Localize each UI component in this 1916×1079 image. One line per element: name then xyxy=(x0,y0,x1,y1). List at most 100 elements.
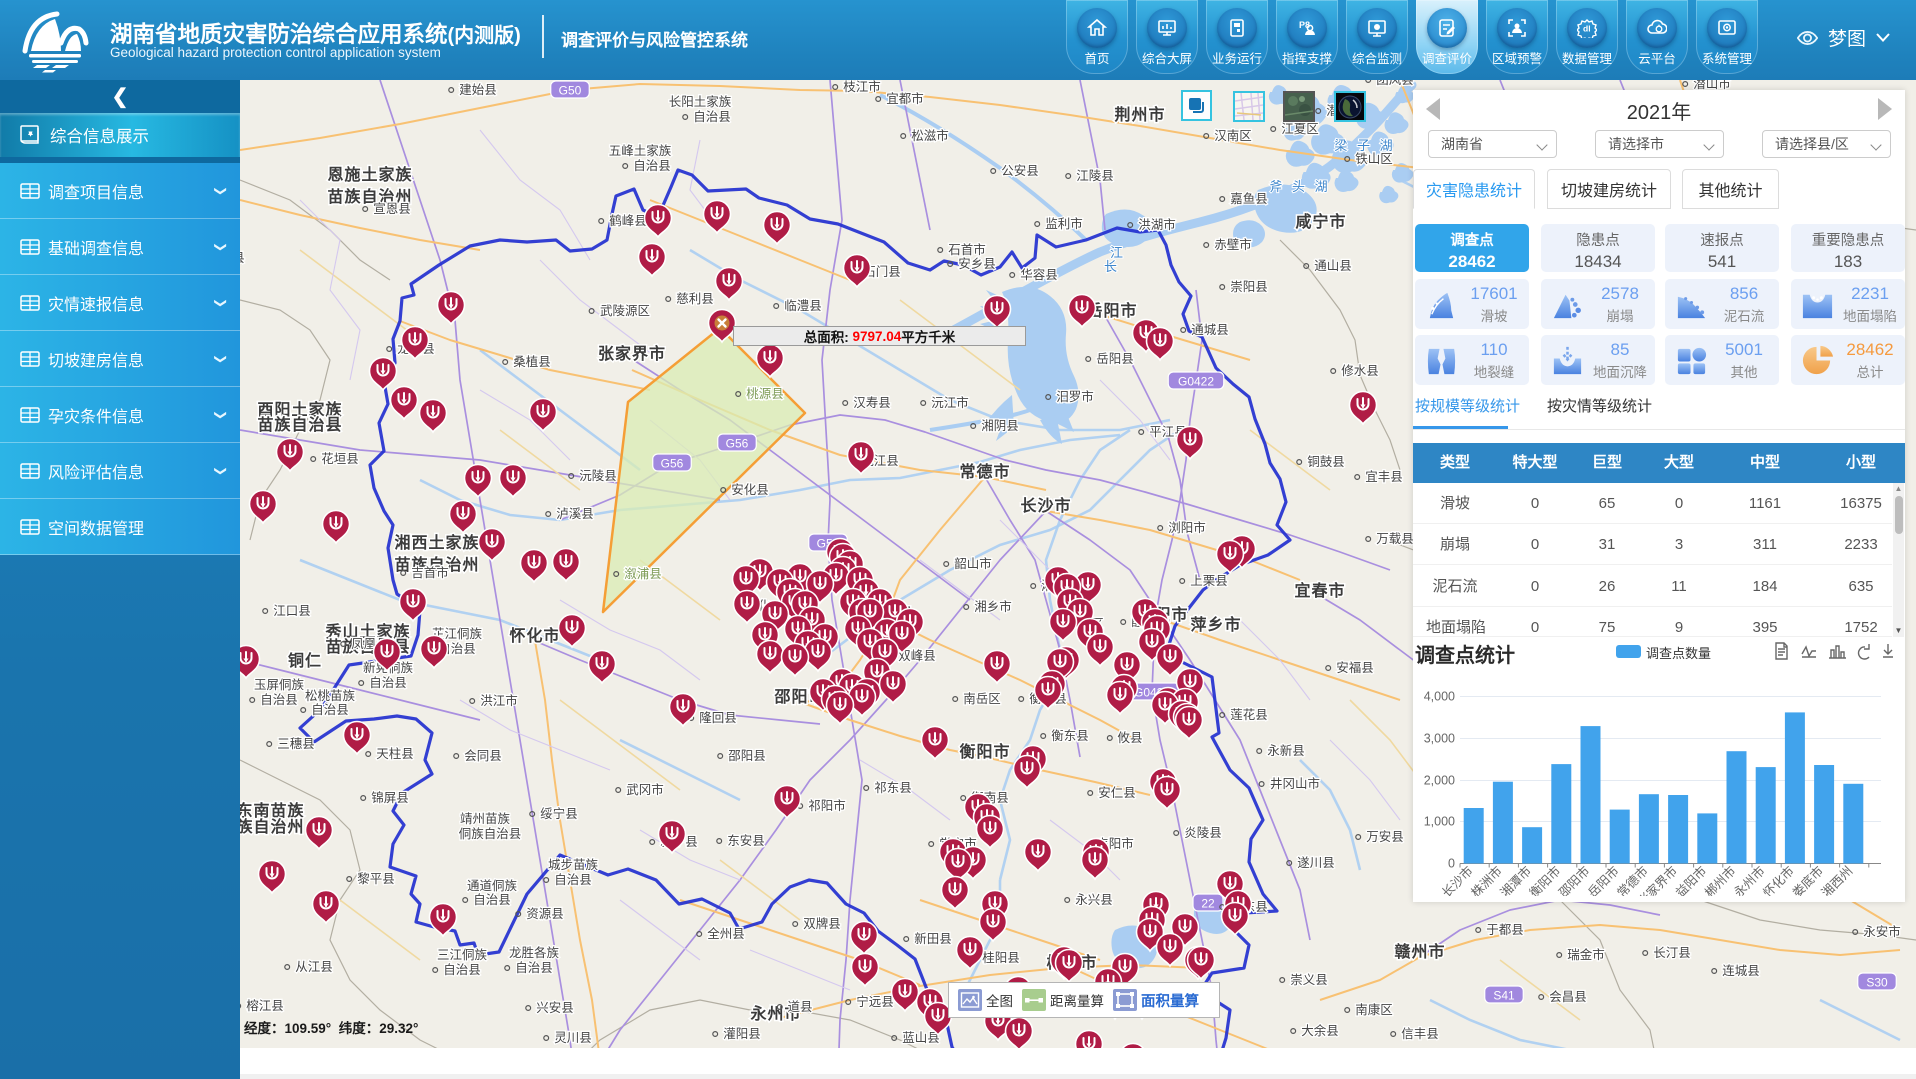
svg-text:张家界市: 张家界市 xyxy=(598,344,666,363)
svg-text:崇义县: 崇义县 xyxy=(1290,973,1328,987)
svg-text:桃源县: 桃源县 xyxy=(746,386,784,401)
svg-text:井冈山市: 井冈山市 xyxy=(1270,776,1320,791)
svg-text:永安市: 永安市 xyxy=(1863,924,1901,939)
svg-text:通山县: 通山县 xyxy=(1314,259,1352,273)
svg-text:天柱县: 天柱县 xyxy=(376,746,414,761)
svg-text:玉屏侗族: 玉屏侗族 xyxy=(254,678,305,692)
svg-text:松桃苗族: 松桃苗族 xyxy=(305,688,356,703)
svg-text:江夏区: 江夏区 xyxy=(1281,122,1319,136)
svg-text:南岳区: 南岳区 xyxy=(963,691,1001,706)
svg-text:靖州苗族: 靖州苗族 xyxy=(460,812,511,826)
svg-text:泸溪县: 泸溪县 xyxy=(556,507,594,521)
svg-text:黎平县: 黎平县 xyxy=(357,872,395,886)
svg-text:苗族自治县: 苗族自治县 xyxy=(257,415,342,434)
svg-text:大余县: 大余县 xyxy=(1301,1023,1339,1038)
svg-text:怀化市: 怀化市 xyxy=(509,626,560,645)
svg-text:自治县: 自治县 xyxy=(515,961,553,975)
svg-text:南康区: 南康区 xyxy=(1355,1002,1393,1017)
svg-text:武陵源区: 武陵源区 xyxy=(600,304,650,318)
svg-text:通道侗族: 通道侗族 xyxy=(467,879,518,893)
svg-text:常德市: 常德市 xyxy=(959,462,1010,481)
svg-text:江陵县: 江陵县 xyxy=(1076,169,1114,183)
svg-text:dl: dl xyxy=(1583,24,1591,34)
svg-text:1,000: 1,000 xyxy=(1424,815,1455,829)
svg-text:溆浦县: 溆浦县 xyxy=(624,567,662,581)
svg-text:自治县: 自治县 xyxy=(311,703,349,717)
svg-text:双牌县: 双牌县 xyxy=(803,916,841,931)
svg-text:浏阳市: 浏阳市 xyxy=(1168,520,1206,535)
svg-text:斧 头 湖: 斧 头 湖 xyxy=(1269,179,1330,194)
svg-text:汉寿县: 汉寿县 xyxy=(853,396,891,410)
svg-text:自治县: 自治县 xyxy=(633,159,671,173)
svg-text:宁远县: 宁远县 xyxy=(856,994,894,1009)
svg-text:侗族自治州: 侗族自治州 xyxy=(240,817,305,836)
svg-text:沅陵县: 沅陵县 xyxy=(579,469,617,483)
svg-text:长: 长 xyxy=(1104,259,1120,274)
svg-text:S41: S41 xyxy=(1493,989,1515,1003)
svg-text:自治县: 自治县 xyxy=(369,676,407,690)
svg-text:沅江市: 沅江市 xyxy=(931,395,969,410)
svg-text:松滋市: 松滋市 xyxy=(911,128,949,143)
svg-text:公安县: 公安县 xyxy=(1001,163,1039,178)
svg-text:G0422: G0422 xyxy=(1178,375,1214,389)
svg-text:安福县: 安福县 xyxy=(1336,660,1374,675)
svg-text:恩施土家族: 恩施土家族 xyxy=(327,165,412,184)
svg-text:长沙市: 长沙市 xyxy=(1020,496,1071,515)
svg-text:P8: P8 xyxy=(1299,20,1310,30)
svg-text:赤壁市: 赤壁市 xyxy=(1214,237,1252,252)
svg-text:慈利县: 慈利县 xyxy=(676,291,714,306)
svg-text:湘乡市: 湘乡市 xyxy=(974,599,1012,614)
svg-text:遂川县: 遂川县 xyxy=(1297,856,1335,870)
svg-text:0: 0 xyxy=(1448,857,1455,871)
svg-text:安乡县: 安乡县 xyxy=(958,256,996,271)
svg-text:崇阳县: 崇阳县 xyxy=(1230,280,1268,294)
svg-text:湘阴县: 湘阴县 xyxy=(981,418,1019,433)
svg-text:鹤峰县: 鹤峰县 xyxy=(609,213,647,228)
svg-text:2,000: 2,000 xyxy=(1424,774,1455,788)
svg-text:桂阳县: 桂阳县 xyxy=(982,950,1020,965)
svg-text:长阳土家族: 长阳土家族 xyxy=(669,94,732,109)
svg-text:全州县: 全州县 xyxy=(707,926,745,941)
svg-text:自治县: 自治县 xyxy=(443,963,481,977)
svg-text:铜鼓县: 铜鼓县 xyxy=(1307,454,1345,469)
svg-text:G50: G50 xyxy=(559,84,582,98)
svg-text:长汀县: 长汀县 xyxy=(1653,946,1691,960)
svg-text:石首市: 石首市 xyxy=(948,242,986,257)
svg-text:邵阳县: 邵阳县 xyxy=(728,749,766,763)
svg-text:资源县: 资源县 xyxy=(526,907,564,921)
svg-text:龙胜各族: 龙胜各族 xyxy=(509,945,560,960)
svg-text:宜春市: 宜春市 xyxy=(1294,581,1345,600)
svg-text:万载县: 万载县 xyxy=(1376,532,1414,546)
svg-text:吉首市: 吉首市 xyxy=(411,565,449,580)
svg-text:梁 子 湖: 梁 子 湖 xyxy=(1334,138,1395,153)
svg-text:4,000: 4,000 xyxy=(1424,690,1455,704)
svg-text:3,000: 3,000 xyxy=(1424,732,1455,746)
svg-text:岳阳县: 岳阳县 xyxy=(1096,352,1134,366)
svg-text:湘西州: 湘西州 xyxy=(1818,863,1855,896)
svg-text:隆回县: 隆回县 xyxy=(699,710,737,725)
svg-text:枝江市: 枝江市 xyxy=(843,80,881,94)
svg-text:祁东县: 祁东县 xyxy=(874,780,912,795)
svg-text:江: 江 xyxy=(1110,245,1126,260)
svg-text:修水县: 修水县 xyxy=(1341,363,1379,378)
svg-text:莲花县: 莲花县 xyxy=(1230,707,1268,722)
svg-text:万安县: 万安县 xyxy=(1366,829,1404,844)
svg-text:榕江县: 榕江县 xyxy=(246,998,284,1013)
svg-text:华容县: 华容县 xyxy=(1020,267,1058,282)
svg-text:22: 22 xyxy=(1201,897,1215,911)
svg-text:侗族自治县: 侗族自治县 xyxy=(459,827,522,841)
svg-text:三穗县: 三穗县 xyxy=(277,737,315,751)
svg-text:湘西土家族: 湘西土家族 xyxy=(394,533,479,552)
svg-text:江口县: 江口县 xyxy=(273,604,311,618)
svg-text:祁阳市: 祁阳市 xyxy=(808,798,846,813)
svg-text:铁山区: 铁山区 xyxy=(1355,152,1393,166)
svg-text:永新县: 永新县 xyxy=(1267,743,1305,758)
svg-text:灌阳县: 灌阳县 xyxy=(723,1027,761,1041)
svg-text:上栗县: 上栗县 xyxy=(1190,574,1228,588)
svg-text:新田县: 新田县 xyxy=(914,931,952,946)
svg-text:宣恩县: 宣恩县 xyxy=(373,201,411,216)
svg-text:会昌县: 会昌县 xyxy=(1549,990,1587,1004)
svg-text:萍乡市: 萍乡市 xyxy=(1190,615,1241,634)
svg-text:衡阳市: 衡阳市 xyxy=(959,742,1010,761)
svg-text:武冈市: 武冈市 xyxy=(626,782,664,797)
